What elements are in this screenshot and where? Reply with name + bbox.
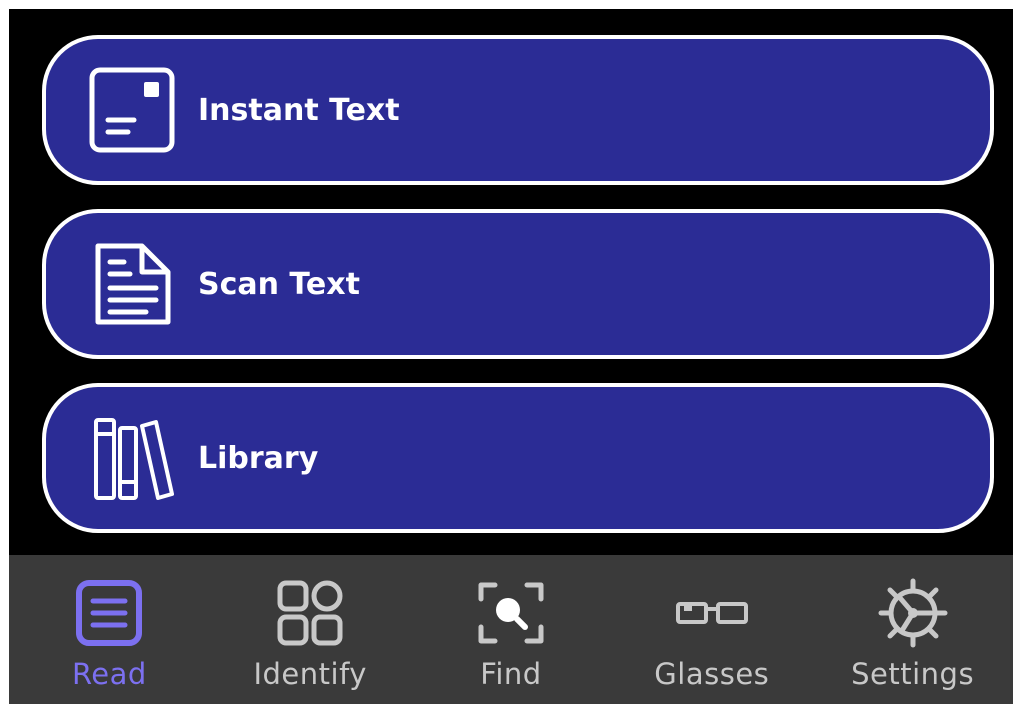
instant-text-button[interactable]: Instant Text xyxy=(42,35,994,185)
bottom-tab-bar: Read Identify Find Glasses Settings xyxy=(9,555,1013,704)
grid-icon xyxy=(274,577,346,649)
tab-read[interactable]: Read xyxy=(9,555,210,704)
tab-find-label: Find xyxy=(480,657,542,691)
library-label: Library xyxy=(198,440,319,476)
tab-find[interactable]: Find xyxy=(411,555,612,704)
glasses-icon xyxy=(675,577,748,649)
tab-identify[interactable]: Identify xyxy=(210,555,411,704)
tab-settings-label: Settings xyxy=(851,657,975,691)
tab-settings[interactable]: Settings xyxy=(812,555,1013,704)
tab-glasses-label: Glasses xyxy=(654,657,770,691)
gear-icon xyxy=(877,577,949,649)
read-icon xyxy=(73,577,145,649)
document-icon xyxy=(86,238,178,330)
library-button[interactable]: Library xyxy=(42,383,994,533)
scan-text-button[interactable]: Scan Text xyxy=(42,209,994,359)
find-icon xyxy=(475,577,547,649)
scan-text-label: Scan Text xyxy=(198,266,360,302)
instant-text-label: Instant Text xyxy=(198,92,400,128)
instant-text-icon xyxy=(86,64,178,156)
app-screen: Instant Text Scan Text Library Read Iden… xyxy=(9,9,1013,704)
tab-glasses[interactable]: Glasses xyxy=(611,555,812,704)
read-menu: Instant Text Scan Text Library xyxy=(42,35,994,557)
books-icon xyxy=(86,412,178,504)
tab-read-label: Read xyxy=(71,657,147,691)
tab-identify-label: Identify xyxy=(253,657,367,691)
